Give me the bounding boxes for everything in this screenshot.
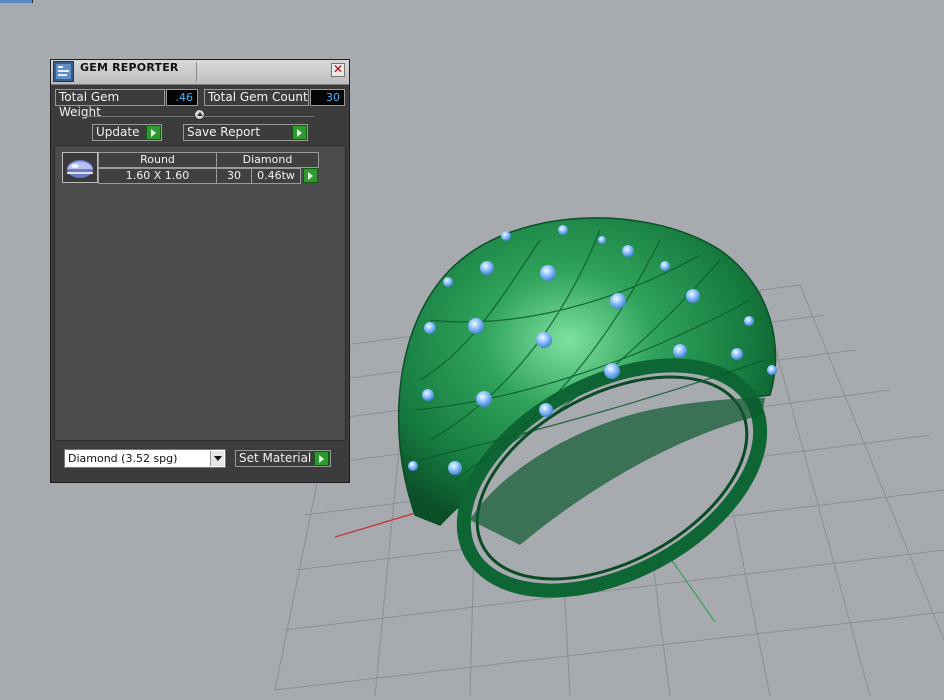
update-button-label: Update <box>96 125 140 139</box>
play-arrow-icon <box>292 125 307 140</box>
title-separator <box>196 62 197 82</box>
set-material-button-label: Set Material <box>239 451 312 465</box>
save-report-button[interactable]: Save Report <box>183 124 308 141</box>
ring-model[interactable] <box>397 217 798 637</box>
gem-thumbnail[interactable] <box>62 152 98 183</box>
gem-material-cell: Diamond <box>216 152 319 168</box>
total-gem-count-value: 30 <box>310 89 345 106</box>
total-gem-weight-value: .46 <box>166 89 198 106</box>
gem-weight-cell: 0.46tw <box>251 168 301 184</box>
gem-reporter-icon <box>53 61 74 82</box>
total-gem-count-label: Total Gem Count <box>204 89 309 106</box>
panel-title: GEM REPORTER <box>80 61 179 74</box>
play-arrow-icon <box>314 451 329 466</box>
gem-size-cell: 1.60 X 1.60 <box>98 168 217 184</box>
save-report-button-label: Save Report <box>187 125 261 139</box>
close-button[interactable]: ✕ <box>331 63 345 77</box>
title-bar[interactable]: GEM REPORTER ✕ <box>51 60 349 85</box>
corner-tick <box>32 0 33 3</box>
gem-list[interactable]: Round Diamond 1.60 X 1.60 30 0.46tw <box>54 145 346 441</box>
gem-shape-cell: Round <box>98 152 217 168</box>
chevron-down-icon[interactable] <box>210 451 224 466</box>
update-button[interactable]: Update <box>92 124 162 141</box>
set-material-button[interactable]: Set Material <box>235 450 331 467</box>
close-icon: ✕ <box>332 62 344 76</box>
slider-thumb[interactable] <box>194 109 205 120</box>
corner-indicator <box>0 0 32 3</box>
material-select-value: Diamond (3.52 spg) <box>68 452 178 465</box>
play-arrow-icon[interactable] <box>303 168 318 183</box>
round-gem-icon <box>67 160 93 178</box>
material-select[interactable]: Diamond (3.52 spg) <box>64 449 226 468</box>
play-arrow-icon <box>146 125 161 140</box>
gem-reporter-panel: GEM REPORTER ✕ Total Gem Weight .46 Tota… <box>50 59 350 483</box>
gem-count-cell: 30 <box>216 168 252 184</box>
total-gem-weight-label: Total Gem Weight <box>55 89 165 119</box>
